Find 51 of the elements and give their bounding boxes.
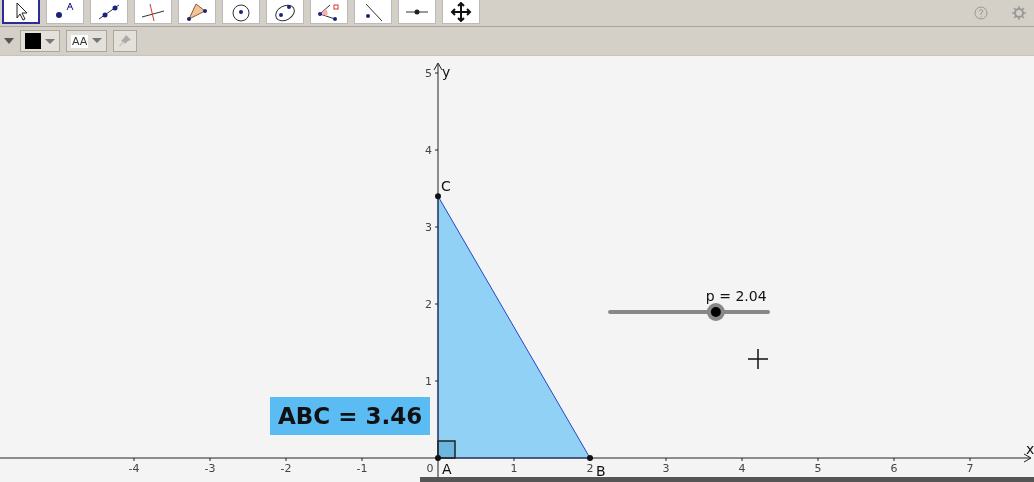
axis-tick-label: 4 [738,462,746,475]
point-label: B [596,463,606,479]
tool-button[interactable] [266,0,304,24]
area-label: ABC = 3.46 [270,397,431,435]
tool-button[interactable] [310,0,348,24]
color-swatch-caret-icon [25,33,55,49]
axis-tick-label: 2 [586,462,594,475]
axis-tick-label: 1 [510,462,518,475]
point [435,193,441,200]
axis-tick-label: -2 [280,462,292,475]
axis-tick-label: 6 [890,462,898,475]
axis-tick-label: 0 [426,462,434,475]
slider-icon [406,8,428,15]
tool-button[interactable] [46,0,84,24]
triangle-icon [184,1,210,22]
axis-tick-label: 3 [425,221,432,234]
scroll-bar[interactable] [420,477,1034,482]
slider-label: p = 2.04 [705,288,767,304]
point [587,455,593,461]
axis-tick-label: 5 [425,67,432,80]
axis-tick-label: 3 [662,462,670,475]
axis-tick-label: 1 [425,375,432,388]
pin-icon [118,34,133,48]
axis-tick-label: -4 [128,462,140,475]
axis-tick-label: -1 [356,462,368,475]
tool-button[interactable] [178,0,216,24]
slider[interactable] [608,303,770,321]
tool-button[interactable] [354,0,392,24]
angle-icon [316,1,342,22]
axis-label: y [442,64,451,80]
axis-tick-label: 2 [425,298,432,311]
color-button[interactable] [20,30,60,52]
tool-button[interactable] [442,0,480,24]
crosshair-icon [747,348,769,370]
tool-button[interactable] [222,0,260,24]
text-style-button[interactable]: AA [66,30,108,52]
perpendicular-lines-icon [140,1,166,22]
axis-tick-label: 4 [425,144,432,157]
tool-button[interactable] [2,0,40,24]
caret-icon[interactable] [4,37,14,45]
axis-tick-label: 5 [814,462,822,475]
move-arrows-icon [448,1,474,22]
slider-thumb[interactable] [706,303,725,321]
caret-icon [92,38,103,44]
axis-label: x [1026,441,1034,457]
axis-tick-label: -3 [204,462,216,475]
tool-button[interactable] [90,0,128,24]
point-label: C [441,178,451,195]
axis-tick-label: 7 [966,462,974,475]
point [435,455,441,461]
point-label: A [442,461,452,477]
